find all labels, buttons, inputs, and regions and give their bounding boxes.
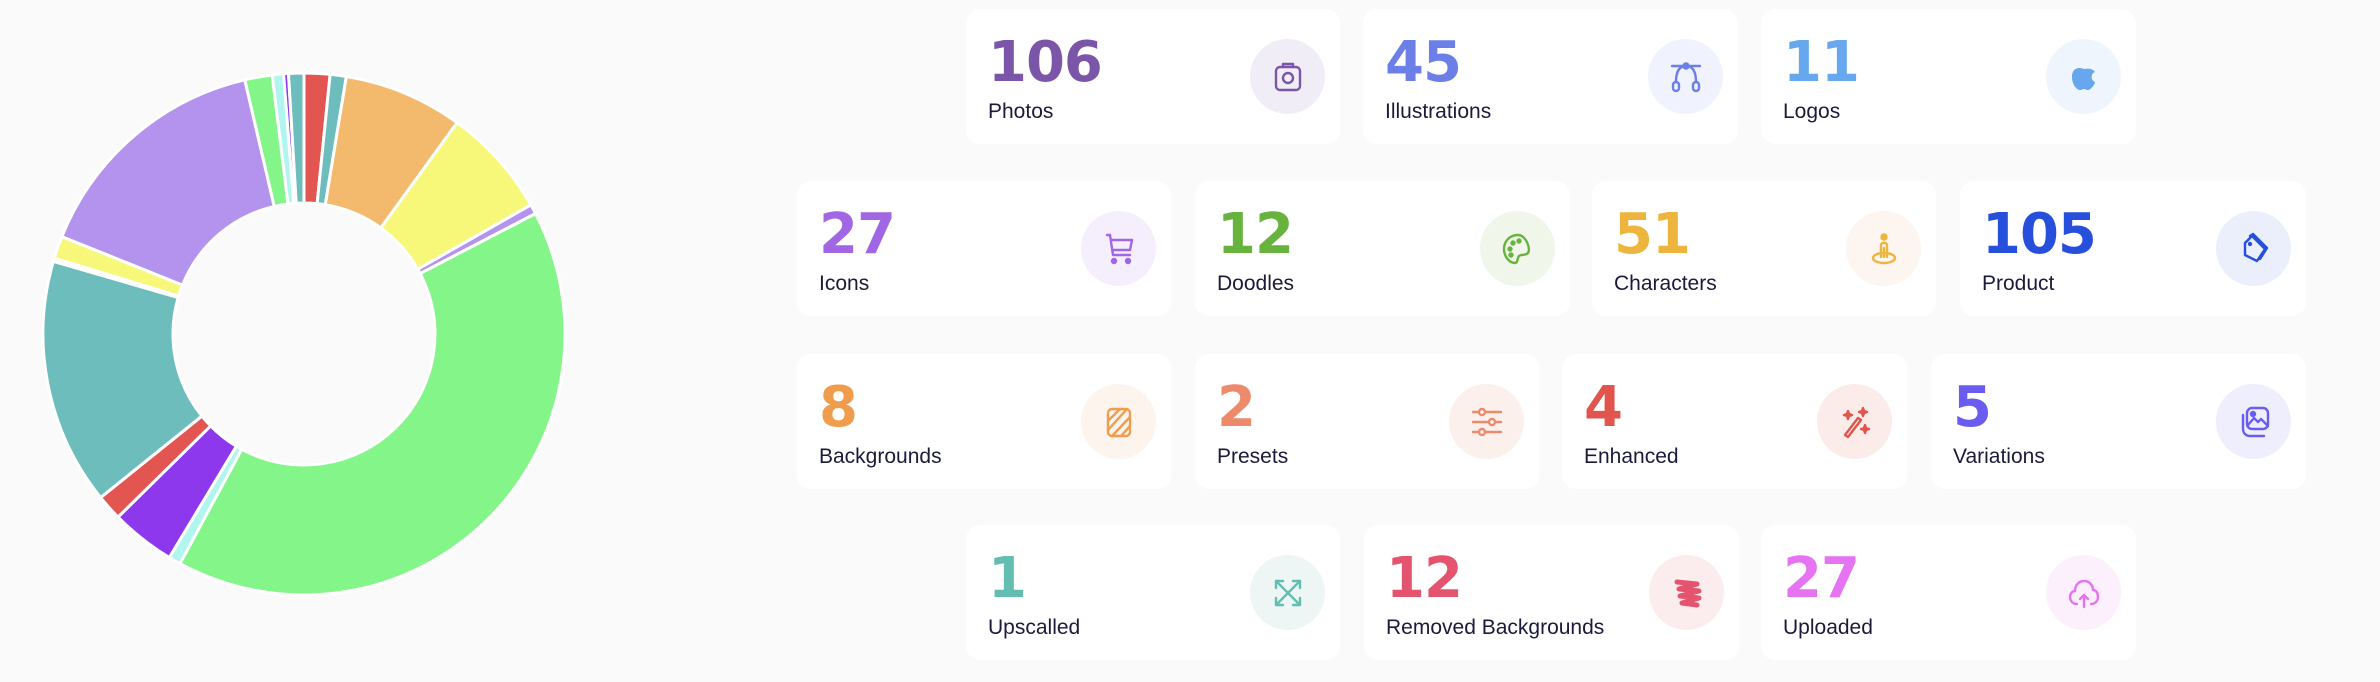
stat-label: Upscalled <box>988 616 1081 639</box>
stat-card-upscalled[interactable]: 1 Upscalled <box>966 525 1340 660</box>
magic-wand-icon <box>1817 384 1892 459</box>
stat-card-backgrounds[interactable]: 8 Backgrounds <box>797 354 1171 489</box>
stat-value: 1 <box>988 546 1027 611</box>
stat-value: 12 <box>1386 546 1463 611</box>
pattern-icon <box>1081 384 1156 459</box>
palette-icon <box>1480 211 1555 286</box>
stat-label: Enhanced <box>1584 445 1679 468</box>
stat-value: 12 <box>1217 202 1294 267</box>
expand-arrows-icon <box>1250 555 1325 630</box>
stat-value: 2 <box>1217 375 1256 440</box>
bezier-curve-icon <box>1648 39 1723 114</box>
stat-label: Product <box>1982 272 2055 295</box>
stat-label: Photos <box>988 100 1054 123</box>
stat-card-uploaded[interactable]: 27 Uploaded <box>1761 525 2136 660</box>
stat-label: Removed Backgrounds <box>1386 616 1605 639</box>
stat-label: Characters <box>1614 272 1717 295</box>
stat-value: 5 <box>1953 375 1992 440</box>
stat-card-logos[interactable]: 11 Logos <box>1761 9 2136 144</box>
stat-card-variations[interactable]: 5 Variations <box>1931 354 2306 489</box>
stat-value: 27 <box>819 202 896 267</box>
stat-label: Presets <box>1217 445 1289 468</box>
camera-icon <box>1250 39 1325 114</box>
donut-slice-5[interactable] <box>177 211 567 597</box>
tags-icon <box>2216 211 2291 286</box>
apple-logo-icon <box>2046 39 2121 114</box>
stat-value: 51 <box>1614 202 1691 267</box>
stat-card-photos[interactable]: 106 Photos <box>966 9 1340 144</box>
stat-value: 106 <box>988 30 1103 95</box>
stat-label: Doodles <box>1217 272 1295 295</box>
stat-card-characters[interactable]: 51 Characters <box>1592 181 1936 316</box>
stat-value: 27 <box>1783 546 1860 611</box>
stat-label: Backgrounds <box>819 445 942 468</box>
stat-card-illustrations[interactable]: 45 Illustrations <box>1363 9 1738 144</box>
sliders-icon <box>1449 384 1524 459</box>
stat-card-product[interactable]: 105 Product <box>1960 181 2306 316</box>
stat-label: Illustrations <box>1385 100 1492 123</box>
stat-card-presets[interactable]: 2 Presets <box>1195 354 1539 489</box>
person-pin-icon <box>1846 211 1921 286</box>
stat-label: Uploaded <box>1783 616 1873 639</box>
stat-card-removed-backgrounds[interactable]: 12 Removed Backgrounds <box>1364 525 1739 660</box>
stat-label: Icons <box>819 272 870 295</box>
donut-chart <box>41 71 567 597</box>
stat-value: 45 <box>1385 30 1462 95</box>
stat-value: 105 <box>1982 202 2097 267</box>
image-stack-icon <box>2216 384 2291 459</box>
cloud-upload-icon <box>2046 555 2121 630</box>
stat-label: Logos <box>1783 100 1841 123</box>
stat-value: 8 <box>819 375 858 440</box>
stat-value: 4 <box>1584 375 1623 440</box>
stat-card-icons[interactable]: 27 Icons <box>797 181 1171 316</box>
shopping-cart-icon <box>1081 211 1156 286</box>
stat-card-enhanced[interactable]: 4 Enhanced <box>1562 354 1907 489</box>
stat-value: 11 <box>1783 30 1860 95</box>
stat-card-doodles[interactable]: 12 Doodles <box>1195 181 1570 316</box>
scribble-icon <box>1649 555 1724 630</box>
stat-label: Variations <box>1953 445 2045 468</box>
